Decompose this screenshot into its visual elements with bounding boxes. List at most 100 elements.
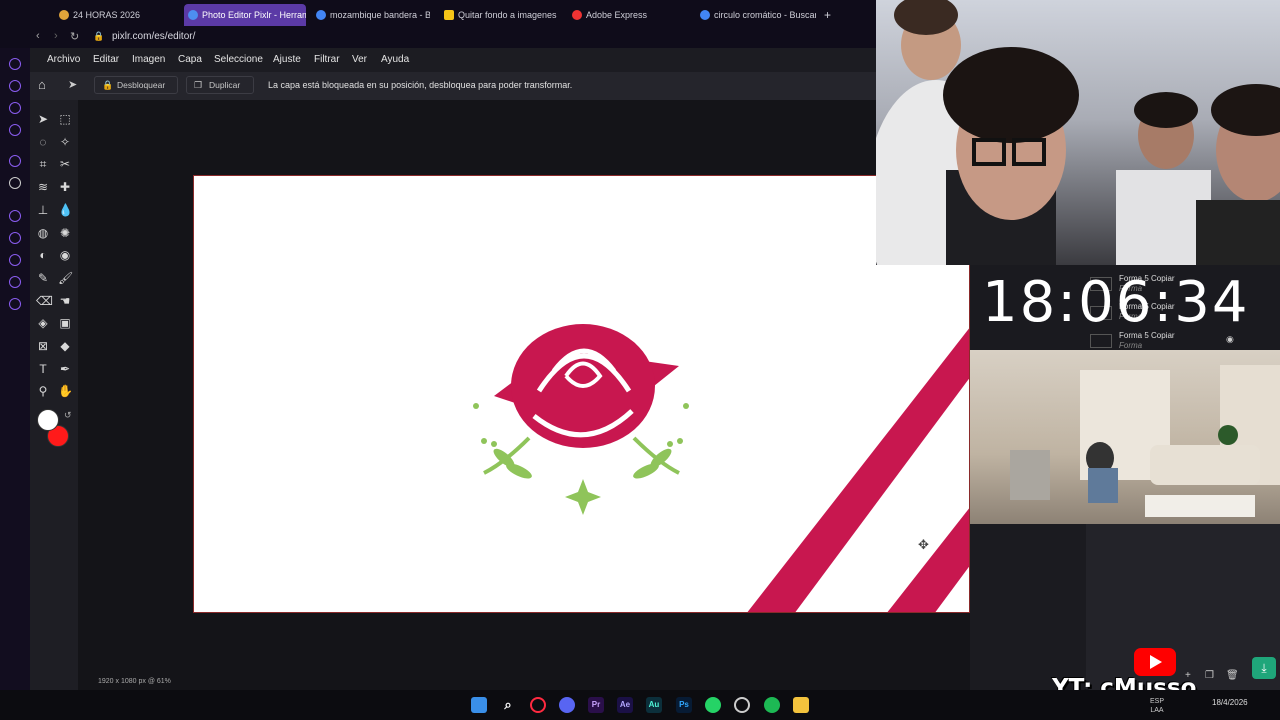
wand-icon[interactable]: ✧ [58, 135, 72, 149]
after-effects-icon[interactable]: Ae [617, 697, 633, 713]
settings-icon[interactable] [9, 298, 21, 310]
sidebar-app-icon[interactable] [9, 124, 21, 136]
text-icon[interactable]: T [36, 362, 50, 376]
tab[interactable]: Adobe Express [568, 4, 686, 26]
tab-favicon-icon [444, 10, 454, 20]
unlock-label: Desbloquear [117, 80, 166, 90]
hand-icon[interactable]: ✋ [58, 384, 73, 398]
browser-sidebar [0, 0, 30, 690]
unlock-button[interactable]: 🔒 Desbloquear [94, 76, 178, 94]
tab[interactable]: Quitar fondo a imagenes c [440, 4, 558, 26]
tab[interactable]: circulo cromático - Buscar [696, 4, 816, 26]
language-indicator[interactable]: ESP LAA [1148, 697, 1166, 715]
download-button[interactable]: ⤓ [1252, 657, 1276, 679]
copy-layer-icon[interactable]: ❐ [1205, 670, 1214, 681]
pattern-icon[interactable]: ✺ [58, 226, 72, 240]
whatsapp-icon[interactable] [705, 697, 721, 713]
premiere-icon[interactable]: Pr [588, 697, 604, 713]
heal-icon[interactable]: ✚ [58, 180, 72, 194]
lock-icon: 🔒 [102, 80, 114, 90]
x-icon[interactable] [9, 177, 21, 189]
gradient-icon[interactable]: ▣ [58, 316, 72, 330]
primary-color-swatch[interactable] [37, 409, 59, 431]
arrow-tool-icon[interactable]: ➤ [68, 78, 77, 91]
stamp-icon[interactable]: ⊥ [36, 203, 50, 217]
lasso-icon[interactable]: ◌ [36, 135, 50, 149]
layer-thumbnail [1090, 334, 1112, 348]
canvas-artwork [473, 324, 969, 612]
pen-icon[interactable]: ✒ [58, 362, 72, 376]
swap-colors-icon[interactable]: ↺ [64, 410, 72, 421]
menu-filtrar[interactable]: Filtrar [314, 54, 340, 65]
lock-message: La capa está bloqueada en su posición, d… [268, 80, 573, 90]
transform-icon[interactable]: ⊠ [36, 339, 50, 353]
liquify-icon[interactable]: ≋ [36, 180, 50, 194]
tab-label: circulo cromático - Buscar [714, 10, 816, 20]
brush-icon[interactable]: 🖌 [58, 271, 73, 285]
heart-icon[interactable] [9, 232, 21, 244]
menu-editar[interactable]: Editar [93, 54, 119, 65]
crop-icon[interactable]: ⌗ [36, 157, 50, 171]
delete-layer-icon[interactable]: 🗑 [1226, 670, 1239, 681]
opera-icon[interactable] [530, 697, 546, 713]
tab[interactable]: 24 HORAS 2026 [55, 4, 175, 26]
menu-capa[interactable]: Capa [178, 54, 202, 65]
cut-icon[interactable]: ✂ [58, 157, 72, 171]
address-bar: ‹ › ↻ 🔒 pixlr.com/es/editor/ [0, 28, 876, 48]
eraser-icon[interactable]: ⌫ [36, 294, 53, 308]
picker-icon[interactable]: ✎ [36, 271, 50, 285]
home-icon[interactable]: ⌂ [38, 77, 46, 92]
search-icon[interactable]: ⌕ [500, 697, 516, 713]
menu-ver[interactable]: Ver [352, 54, 367, 65]
discord-icon[interactable] [559, 697, 575, 713]
back-icon[interactable]: ‹ [36, 30, 40, 42]
tab-label: Photo Editor Pixlr - Herram [202, 10, 306, 20]
tab[interactable]: mozambique bandera - Bu [312, 4, 430, 26]
windows-start-icon[interactable] [471, 697, 487, 713]
marquee-icon[interactable]: ⬚ [58, 112, 72, 126]
tab-label: mozambique bandera - Bu [330, 10, 430, 20]
tab-favicon-icon [316, 10, 326, 20]
zoom-icon[interactable]: ⚲ [36, 384, 50, 398]
menu-ayuda[interactable]: Ayuda [381, 54, 409, 65]
shape-icon[interactable]: ◆ [58, 339, 72, 353]
move-cursor-icon: ✥ [918, 537, 929, 552]
tab-active[interactable]: Photo Editor Pixlr - Herram [184, 4, 306, 26]
sidebar-app-icon[interactable] [9, 102, 21, 114]
sidebar-app-icon[interactable] [9, 80, 21, 92]
tab-label: 24 HORAS 2026 [73, 10, 141, 20]
menu-ajuste[interactable]: Ajuste [273, 54, 301, 65]
photoshop-icon[interactable]: Ps [676, 697, 692, 713]
menu-imagen[interactable]: Imagen [132, 54, 165, 65]
url-text[interactable]: pixlr.com/es/editor/ [112, 31, 195, 42]
extensions-icon[interactable] [9, 276, 21, 288]
room-camera-overlay [970, 350, 1280, 524]
smudge-icon[interactable]: ☚ [58, 294, 72, 308]
visibility-eye-icon[interactable]: ◉ [1226, 334, 1234, 345]
audition-icon[interactable]: Au [646, 697, 662, 713]
tray-date[interactable]: 18/4/2026 [1212, 698, 1248, 708]
drop-icon[interactable]: 💧 [58, 203, 73, 217]
sidebar-app-icon[interactable] [9, 210, 21, 222]
history-icon[interactable] [9, 254, 21, 266]
sponge-icon[interactable]: ◉ [58, 248, 72, 262]
duplicate-icon: ❐ [194, 80, 203, 90]
file-explorer-icon[interactable] [793, 697, 809, 713]
twitch-icon[interactable] [9, 155, 21, 167]
move-icon[interactable]: ➤ [36, 112, 50, 126]
fill-icon[interactable]: ◈ [36, 316, 50, 330]
sidebar-app-icon[interactable] [9, 58, 21, 70]
reload-icon[interactable]: ↻ [70, 30, 79, 43]
forward-icon[interactable]: › [54, 30, 58, 42]
tab-bar: 24 HORAS 2026 Photo Editor Pixlr - Herra… [0, 0, 876, 28]
dodge-icon[interactable]: ◐ [36, 248, 50, 262]
obs-icon[interactable] [734, 697, 750, 713]
menu-archivo[interactable]: Archivo [47, 54, 80, 65]
menu-seleccione[interactable]: Seleccione [214, 54, 263, 65]
sphere-icon[interactable]: ◍ [36, 226, 50, 240]
duplicate-button[interactable]: ❐ Duplicar [186, 76, 254, 94]
tab-label: Quitar fondo a imagenes c [458, 10, 558, 20]
spotify-icon[interactable] [764, 697, 780, 713]
image-canvas[interactable] [193, 175, 970, 613]
new-tab-button[interactable]: + [822, 4, 836, 26]
